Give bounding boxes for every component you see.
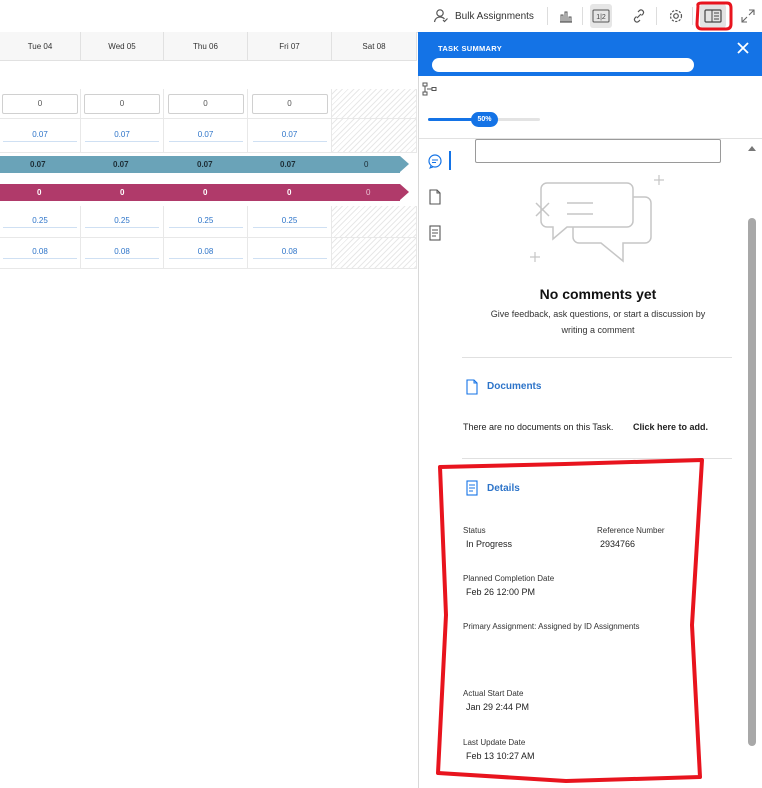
hierarchy-icon[interactable] (422, 82, 438, 96)
bar-arrow (400, 184, 409, 200)
documents-add-link[interactable]: Click here to add. (633, 422, 708, 432)
allocation-bar-magenta[interactable]: 0 0 0 0 0 (0, 184, 400, 201)
toolbar-divider (547, 7, 548, 25)
numbers-icon: 1|2 (592, 9, 610, 23)
comment-tab-icon[interactable] (427, 153, 443, 169)
no-comments-subtitle-2: writing a comment (561, 325, 635, 335)
hours-link[interactable]: 0.25 (168, 216, 243, 228)
hours-input[interactable]: 0 (2, 93, 78, 114)
grid-cell[interactable]: 0.25 (248, 206, 332, 238)
hours-link[interactable]: 0.07 (168, 130, 243, 142)
settings-button[interactable] (665, 4, 687, 28)
documents-empty-text: There are no documents on this Task. (463, 422, 614, 432)
chart-button[interactable] (555, 4, 577, 28)
grid-cell[interactable]: 0.08 (0, 238, 81, 269)
gear-icon (669, 9, 683, 23)
panel-header-label: TASK SUMMARY (438, 44, 503, 53)
bar-value: 0 (364, 160, 369, 169)
toolbar-divider (692, 7, 693, 25)
no-comments-subtitle-1: Give feedback, ask questions, or start a… (490, 309, 706, 319)
no-comments-title: No comments yet (539, 286, 657, 302)
details-tab-icon[interactable] (428, 225, 442, 241)
redacted-task-name (432, 58, 694, 72)
grid-cell[interactable]: 0.08 (248, 238, 332, 269)
col-header: Wed 05 (81, 32, 164, 61)
bar-value: 0 (37, 188, 42, 197)
weekend-cell (332, 89, 417, 119)
grid-cell[interactable]: 0.07 (164, 119, 248, 153)
col-header: Tue 04 (0, 32, 81, 61)
hours-link[interactable]: 0.25 (252, 216, 327, 228)
hours-link[interactable]: 0.08 (168, 247, 243, 259)
assignment-grid: Tue 04 Wed 05 Thu 06 Fri 07 Sat 08 0 0 0… (0, 32, 417, 269)
allocation-bar-teal[interactable]: 0.07 0.07 0.07 0.07 0 (0, 156, 400, 173)
top-toolbar: Bulk Assignments 1|2 (0, 0, 762, 33)
bar-value: 0.07 (113, 160, 129, 169)
annotation-highlight (436, 458, 704, 783)
hours-link[interactable]: 0.25 (85, 216, 159, 228)
section-divider (462, 357, 732, 358)
toolbar-divider (582, 7, 583, 25)
hours-link[interactable]: 0.08 (252, 247, 327, 259)
numbers-button[interactable]: 1|2 (590, 4, 612, 28)
weekend-cell (332, 238, 417, 269)
close-icon[interactable] (736, 41, 750, 55)
grid-cell[interactable]: 0.08 (81, 238, 164, 269)
grid-cell[interactable]: 0 (81, 89, 164, 119)
comment-input[interactable] (475, 139, 721, 163)
bar-value: 0 (203, 188, 208, 197)
hours-link[interactable]: 0.08 (3, 247, 77, 259)
bar-value: 0 (366, 188, 371, 197)
bulk-assignments-button[interactable]: Bulk Assignments (433, 4, 543, 28)
documents-icon (466, 379, 478, 395)
scrollbar-thumb[interactable] (748, 218, 756, 746)
bar-value: 0.07 (197, 160, 213, 169)
hours-input[interactable]: 0 (84, 93, 160, 114)
hours-input[interactable]: 0 (167, 93, 244, 114)
hours-link[interactable]: 0.07 (252, 130, 327, 142)
grid-cell[interactable]: 0.25 (164, 206, 248, 238)
link-icon (633, 9, 645, 23)
bar-value: 0.07 (30, 160, 46, 169)
bar-value: 0 (287, 188, 292, 197)
grid-cell[interactable]: 0 (248, 89, 332, 119)
bar-value: 0.07 (280, 160, 296, 169)
expand-button[interactable] (737, 4, 759, 28)
link-button[interactable] (628, 4, 650, 28)
documents-title: Documents (487, 381, 542, 392)
grid-cell[interactable]: 0.25 (81, 206, 164, 238)
col-header: Fri 07 (248, 32, 332, 61)
grid-cell[interactable]: 0.07 (0, 119, 81, 153)
toolbar-divider (656, 7, 657, 25)
col-header: Thu 06 (164, 32, 248, 61)
hours-link[interactable]: 0.08 (85, 247, 159, 259)
weekend-cell (332, 206, 417, 238)
grid-cell[interactable]: 0 (0, 89, 81, 119)
user-icon (433, 9, 448, 23)
bar-chart-icon (560, 11, 572, 23)
svg-text:1|2: 1|2 (596, 14, 606, 21)
hours-link[interactable]: 0.25 (3, 216, 77, 228)
chat-bubbles-illustration (530, 175, 664, 263)
grid-cell[interactable]: 0.07 (248, 119, 332, 153)
col-header: Sat 08 (332, 32, 417, 61)
grid-cell[interactable]: 0.08 (164, 238, 248, 269)
hours-input[interactable]: 0 (251, 93, 328, 114)
scroll-up-icon[interactable] (747, 144, 757, 154)
document-tab-icon[interactable] (428, 189, 442, 205)
hours-link[interactable]: 0.07 (3, 130, 77, 142)
weekend-cell (332, 119, 417, 153)
bar-arrow (400, 156, 409, 172)
progress-badge[interactable]: 50% (471, 112, 498, 127)
grid-cell[interactable]: 0 (164, 89, 248, 119)
bar-value: 0 (120, 188, 125, 197)
active-tab-indicator (449, 151, 451, 170)
panel-header: TASK SUMMARY (418, 32, 762, 76)
bulk-assignments-label: Bulk Assignments (455, 10, 534, 22)
expand-icon (741, 9, 755, 23)
hours-link[interactable]: 0.07 (85, 130, 159, 142)
annotation-highlight (695, 1, 733, 31)
grid-cell[interactable]: 0.07 (81, 119, 164, 153)
grid-cell[interactable]: 0.25 (0, 206, 81, 238)
